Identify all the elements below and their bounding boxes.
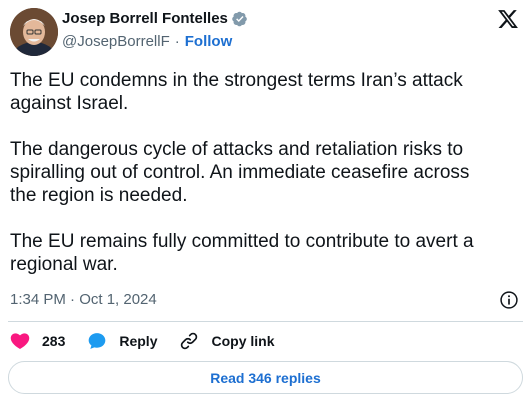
reply-label: Reply (119, 333, 158, 349)
read-replies-button[interactable]: Read 346 replies (8, 361, 523, 394)
name-row: Josep Borrell Fontelles (62, 10, 248, 28)
reply-button[interactable]: Reply (87, 331, 157, 351)
read-replies-label: Read 346 replies (210, 369, 321, 386)
avatar[interactable] (10, 8, 58, 56)
copy-link-button[interactable]: Copy link (179, 331, 275, 351)
like-count: 283 (42, 333, 66, 349)
reply-bubble-icon (89, 333, 106, 349)
tweet-line: the region is needed. (10, 185, 188, 206)
tweet-line: spiralling out of control. An immediate … (10, 162, 470, 183)
user-handle[interactable]: @JosepBorrellF (62, 33, 170, 51)
tweet-line: The EU condemns in the strongest terms I… (10, 70, 463, 91)
follow-button[interactable]: Follow (185, 33, 233, 51)
tweet-line: against Israel. (10, 93, 129, 114)
action-bar: 283 Reply Copy link (10, 330, 297, 352)
tweet-timestamp[interactable]: 1:34 PM · Oct 1, 2024 (10, 291, 157, 309)
heart-icon (10, 333, 30, 349)
copy-link-label: Copy link (211, 333, 275, 349)
link-icon (181, 332, 198, 350)
like-button[interactable]: 283 (10, 331, 65, 351)
tweet-line: The EU remains fully committed to contri… (10, 231, 474, 252)
tweet-line: The dangerous cycle of attacks and retal… (10, 139, 464, 160)
display-name[interactable]: Josep Borrell Fontelles (62, 10, 228, 28)
tweet-header: Josep Borrell Fontelles @JosepBorrellF ·… (0, 0, 531, 60)
handle-row: @JosepBorrellF · Follow (62, 33, 232, 51)
tweet-line: regional war. (10, 254, 118, 275)
x-logo-icon[interactable] (497, 8, 519, 30)
info-icon[interactable] (499, 290, 519, 310)
divider (8, 321, 523, 322)
separator-dot: · (174, 33, 180, 50)
avatar-image (10, 8, 58, 56)
tweet-text: The EU condemns in the strongest terms I… (10, 69, 520, 276)
verified-badge-icon (232, 11, 247, 27)
